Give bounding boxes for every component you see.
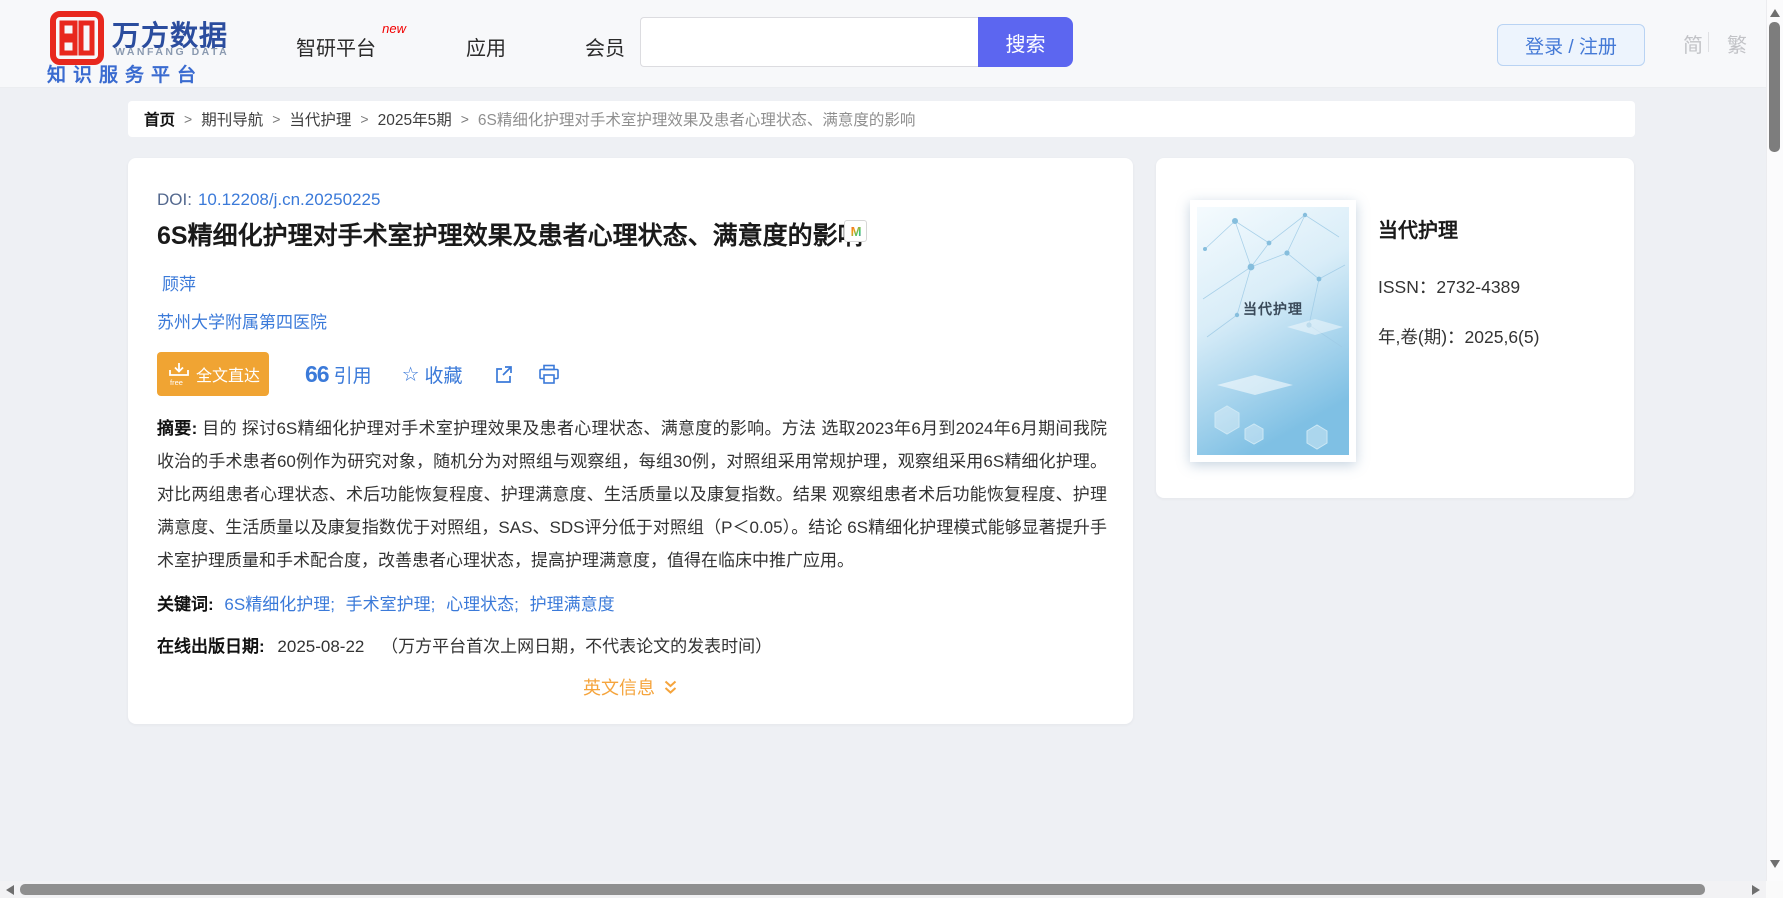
- svg-text:free: free: [170, 378, 183, 387]
- doi-label: DOI:: [157, 190, 192, 209]
- article-card: DOI: 10.12208/j.cn.20250225 6S精细化护理对手术室护理…: [128, 158, 1133, 724]
- breadcrumb-journal-nav[interactable]: 期刊导航: [201, 108, 263, 130]
- breadcrumb-separator: >: [184, 111, 193, 127]
- breadcrumb: 首页 > 期刊导航 > 当代护理 > 2025年5期 > 6S精细化护理对手术室…: [128, 101, 1635, 137]
- journal-issn-line: ISSN：2732-4389: [1378, 274, 1520, 299]
- favorite-button[interactable]: ☆ 收藏: [402, 361, 463, 388]
- breadcrumb-separator: >: [460, 111, 469, 127]
- english-info-toggle[interactable]: 英文信息: [128, 674, 1133, 700]
- scroll-down-arrow[interactable]: [1770, 860, 1780, 868]
- share-button[interactable]: [493, 364, 514, 385]
- volume-label: 年,卷(期)：: [1378, 327, 1465, 347]
- keyword-link[interactable]: 6S精细化护理: [224, 595, 330, 614]
- journal-volume-line: 年,卷(期)：2025,6(5): [1378, 324, 1539, 349]
- article-title: 6S精细化护理对手术室护理效果及患者心理状态、满意度的影响: [157, 222, 863, 250]
- issn-value: 2732-4389: [1436, 277, 1521, 297]
- keyword-link[interactable]: 护理满意度: [530, 595, 615, 614]
- cover-art: [1197, 207, 1349, 455]
- scroll-up-arrow[interactable]: [1770, 9, 1780, 17]
- wanfang-logo-icon[interactable]: [50, 11, 104, 65]
- journal-name: 当代护理: [1378, 220, 1458, 242]
- page: 万方数据 WANFANG DATA 知识服务平台 智研平台 new 应用 会员 …: [0, 0, 1783, 898]
- pubdate-note: （万方平台首次上网日期，不代表论文的发表时间）: [381, 637, 773, 656]
- horizontal-scrollbar-thumb[interactable]: [20, 884, 1705, 895]
- cover-journal-name: 当代护理: [1243, 301, 1303, 317]
- keyword-link[interactable]: 心理状态: [446, 595, 514, 614]
- keywords-label: 关键词:: [157, 595, 214, 614]
- journal-card: 当代护理 当代护理 ISSN：2732-4389 年,卷(期)：2025,6(5…: [1156, 158, 1634, 498]
- doi-link[interactable]: 10.12208/j.cn.20250225: [198, 190, 380, 209]
- nav-member[interactable]: 会员: [585, 32, 625, 61]
- journal-cover-image: 当代护理: [1197, 207, 1349, 455]
- keyword-link[interactable]: 手术室护理: [346, 595, 431, 614]
- lang-traditional[interactable]: 繁: [1727, 29, 1747, 58]
- keyword-separator: ;: [514, 595, 519, 614]
- medline-badge-letter: M: [850, 224, 861, 239]
- breadcrumb-issue[interactable]: 2025年5期: [378, 108, 452, 130]
- action-bar: free 全文直达 66 引用 ☆ 收藏: [157, 352, 560, 396]
- abstract-text: 目的 探讨6S精细化护理对手术室护理效果及患者心理状态、满意度的影响。方法 选取…: [157, 419, 1108, 570]
- free-download-icon: free: [169, 363, 189, 387]
- star-icon: ☆: [401, 363, 420, 386]
- affiliation-link[interactable]: 苏州大学附属第四医院: [157, 308, 327, 333]
- breadcrumb-separator: >: [360, 111, 369, 127]
- author-link[interactable]: 顾萍: [162, 270, 196, 295]
- cite-label: 引用: [333, 365, 372, 387]
- chevron-double-down-icon: [664, 680, 677, 694]
- pubdate-label: 在线出版日期:: [157, 637, 265, 656]
- share-icon: [495, 365, 512, 383]
- abstract: 摘要: 目的 探讨6S精细化护理对手术室护理效果及患者心理状态、满意度的影响。方…: [157, 412, 1107, 577]
- abstract-label: 摘要:: [157, 419, 198, 438]
- scroll-right-arrow[interactable]: [1752, 885, 1760, 895]
- search-input[interactable]: [640, 17, 978, 67]
- brand-tagline: 知识服务平台: [47, 65, 204, 86]
- doi-line: DOI: 10.12208/j.cn.20250225: [157, 190, 380, 210]
- quote-icon: 66: [305, 360, 330, 387]
- fulltext-button[interactable]: free 全文直达: [157, 352, 269, 396]
- scrollbar-corner: [1766, 881, 1783, 898]
- keyword-separator: ;: [330, 595, 335, 614]
- breadcrumb-home[interactable]: 首页: [144, 108, 175, 130]
- issn-label: ISSN：: [1378, 277, 1437, 297]
- favorite-label: 收藏: [424, 365, 463, 387]
- scroll-left-arrow[interactable]: [6, 885, 14, 895]
- pubdate-value: 2025-08-22: [277, 637, 365, 656]
- keywords-line: 关键词: 6S精细化护理; 手术室护理; 心理状态; 护理满意度: [157, 590, 615, 615]
- header: 万方数据 WANFANG DATA 知识服务平台 智研平台 new 应用 会员 …: [0, 0, 1766, 88]
- fulltext-label: 全文直达: [195, 368, 260, 385]
- vertical-scrollbar-thumb[interactable]: [1769, 22, 1780, 152]
- breadcrumb-separator: >: [272, 111, 281, 127]
- cite-button[interactable]: 66 引用: [305, 361, 372, 388]
- print-button[interactable]: [538, 364, 560, 385]
- search-button[interactable]: 搜索: [978, 17, 1073, 67]
- nav-apps[interactable]: 应用: [466, 32, 506, 61]
- medline-badge: M: [844, 220, 867, 242]
- lang-divider: [1708, 32, 1709, 52]
- online-pubdate-line: 在线出版日期: 2025-08-22 （万方平台首次上网日期，不代表论文的发表时…: [157, 632, 772, 657]
- printer-icon: [538, 364, 559, 384]
- lang-simplified[interactable]: 简: [1683, 29, 1703, 58]
- journal-cover[interactable]: 当代护理: [1190, 200, 1356, 462]
- breadcrumb-current: 6S精细化护理对手术室护理效果及患者心理状态、满意度的影响: [477, 112, 916, 129]
- login-register-button[interactable]: 登录 / 注册: [1497, 24, 1645, 66]
- nav-zhiyan-platform[interactable]: 智研平台 new: [296, 21, 406, 61]
- volume-value: 2025,6(5): [1464, 327, 1540, 347]
- english-info-label: 英文信息: [583, 678, 655, 698]
- breadcrumb-journal[interactable]: 当代护理: [289, 108, 351, 130]
- brand-name-en: WANFANG DATA: [115, 46, 230, 58]
- new-badge: new: [382, 21, 406, 36]
- keyword-separator: ;: [430, 595, 436, 614]
